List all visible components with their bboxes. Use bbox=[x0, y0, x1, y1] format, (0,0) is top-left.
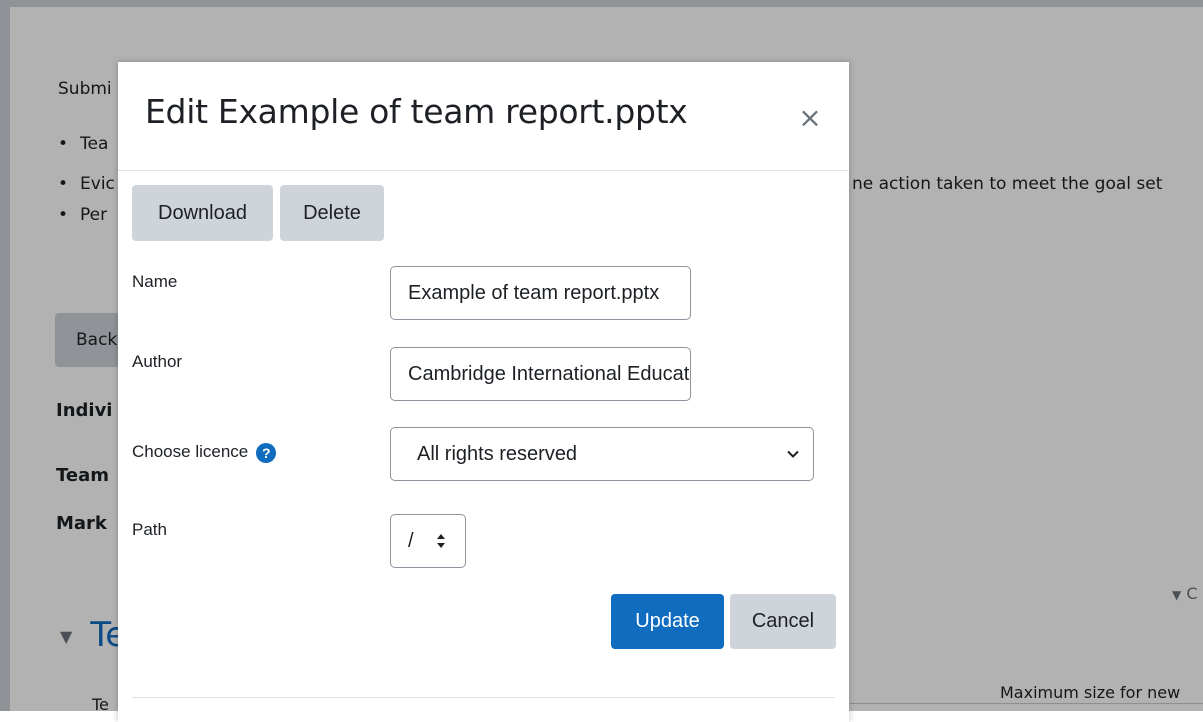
delete-button[interactable]: Delete bbox=[280, 185, 384, 241]
licence-select[interactable]: All rights reserved bbox=[390, 427, 814, 481]
name-label: Name bbox=[132, 272, 178, 291]
up-down-arrows-icon bbox=[437, 534, 445, 548]
cancel-button[interactable]: Cancel bbox=[730, 594, 836, 649]
download-button[interactable]: Download bbox=[132, 185, 273, 241]
licence-label: Choose licence? bbox=[132, 442, 277, 463]
path-label: Path bbox=[132, 520, 167, 539]
chevron-down-icon bbox=[787, 450, 799, 458]
path-value: / bbox=[408, 529, 414, 552]
top-frame bbox=[0, 0, 1203, 7]
left-frame bbox=[0, 0, 10, 711]
licence-selected-value: All rights reserved bbox=[417, 442, 578, 465]
update-button[interactable]: Update bbox=[611, 594, 724, 649]
edit-file-dialog: Edit Example of team report.pptx × Downl… bbox=[118, 62, 849, 722]
divider bbox=[132, 697, 835, 698]
author-label: Author bbox=[132, 352, 183, 371]
name-input[interactable]: Example of team report.pptx bbox=[390, 266, 691, 320]
licence-label-text: Choose licence bbox=[132, 442, 249, 461]
dialog-title: Edit Example of team report.pptx bbox=[145, 92, 688, 131]
close-icon[interactable]: × bbox=[798, 104, 822, 132]
path-select[interactable]: / bbox=[390, 514, 466, 568]
help-icon[interactable]: ? bbox=[256, 442, 277, 463]
dialog-header: Edit Example of team report.pptx × bbox=[118, 62, 849, 171]
author-input[interactable]: Cambridge International Education bbox=[390, 347, 691, 401]
